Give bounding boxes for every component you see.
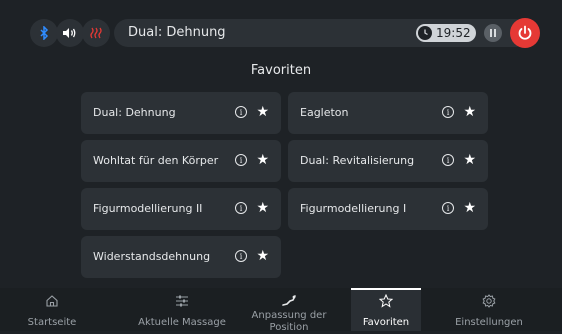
favorite-label: Dual: Revitalisierung [300, 154, 415, 167]
tab-settings[interactable]: Einstellungen [438, 288, 540, 331]
favorite-tile[interactable]: Dual: Revitalisierung i ★ [288, 140, 488, 182]
top-bar: Dual: Dehnung 19:52 [0, 0, 562, 54]
star-icon[interactable]: ★ [463, 152, 476, 168]
star-icon[interactable]: ★ [256, 152, 269, 168]
tab-position[interactable]: Anpassung der Position [243, 288, 335, 333]
tab-home-label: Startseite [27, 317, 77, 328]
favorite-tile[interactable]: Widerstandsdehnung i ★ [81, 236, 281, 278]
bluetooth-button[interactable] [30, 19, 58, 47]
heat-icon [90, 27, 102, 39]
tab-current-massage-label: Aktuelle Massage [138, 317, 226, 328]
gear-icon [438, 294, 540, 308]
favorite-label: Eagleton [300, 106, 349, 119]
heat-button[interactable] [82, 19, 110, 47]
volume-icon [63, 28, 76, 38]
info-icon[interactable]: i [235, 202, 247, 214]
program-status-pill: Dual: Dehnung 19:52 [114, 19, 530, 47]
info-icon[interactable]: i [235, 250, 247, 262]
tab-settings-label: Einstellungen [455, 317, 523, 328]
star-icon[interactable]: ★ [256, 200, 269, 216]
page-title: Favoriten [250, 63, 312, 78]
favorite-label: Figurmodellierung II [93, 202, 203, 215]
pause-button[interactable] [484, 24, 502, 42]
favorite-tile[interactable]: Figurmodellierung II i ★ [81, 188, 281, 230]
favorite-tile[interactable]: Wohltat für den Körper i ★ [81, 140, 281, 182]
tab-home[interactable]: Startseite [0, 288, 104, 331]
power-button[interactable] [510, 18, 540, 48]
star-icon [351, 294, 421, 308]
favorite-label: Wohltat für den Körper [93, 154, 219, 167]
home-icon [0, 294, 104, 308]
favorite-tile[interactable]: Figurmodellierung I i ★ [288, 188, 488, 230]
bottom-navigation: Startseite Aktuelle Massage Anpassung de… [0, 288, 562, 333]
clock-icon [418, 26, 432, 40]
favorite-label: Dual: Dehnung [93, 106, 176, 119]
favorite-label: Figurmodellierung I [300, 202, 407, 215]
position-icon [243, 294, 335, 308]
star-icon[interactable]: ★ [463, 200, 476, 216]
power-icon [518, 25, 532, 40]
volume-button[interactable] [56, 19, 84, 47]
star-icon[interactable]: ★ [463, 104, 476, 120]
info-icon[interactable]: i [235, 106, 247, 118]
current-program-name: Dual: Dehnung [128, 25, 226, 40]
tab-favorites-label: Favoriten [362, 317, 410, 328]
timer-badge: 19:52 [416, 24, 476, 42]
tab-favorites[interactable]: Favoriten [351, 288, 421, 331]
tab-position-label: Anpassung der Position [251, 310, 327, 333]
favorite-label: Widerstandsdehnung [93, 250, 211, 263]
timer-value: 19:52 [436, 26, 471, 40]
sliders-icon [121, 294, 243, 308]
info-icon[interactable]: i [442, 202, 454, 214]
status-bar: Dual: Dehnung 19:52 [30, 19, 530, 47]
info-icon[interactable]: i [235, 154, 247, 166]
star-icon[interactable]: ★ [256, 248, 269, 264]
info-icon[interactable]: i [442, 154, 454, 166]
star-icon[interactable]: ★ [256, 104, 269, 120]
info-icon[interactable]: i [442, 106, 454, 118]
favorite-tile[interactable]: Dual: Dehnung i ★ [81, 92, 281, 134]
bluetooth-icon [40, 26, 49, 40]
favorite-tile[interactable]: Eagleton i ★ [288, 92, 488, 134]
tab-current-massage[interactable]: Aktuelle Massage [121, 288, 243, 331]
